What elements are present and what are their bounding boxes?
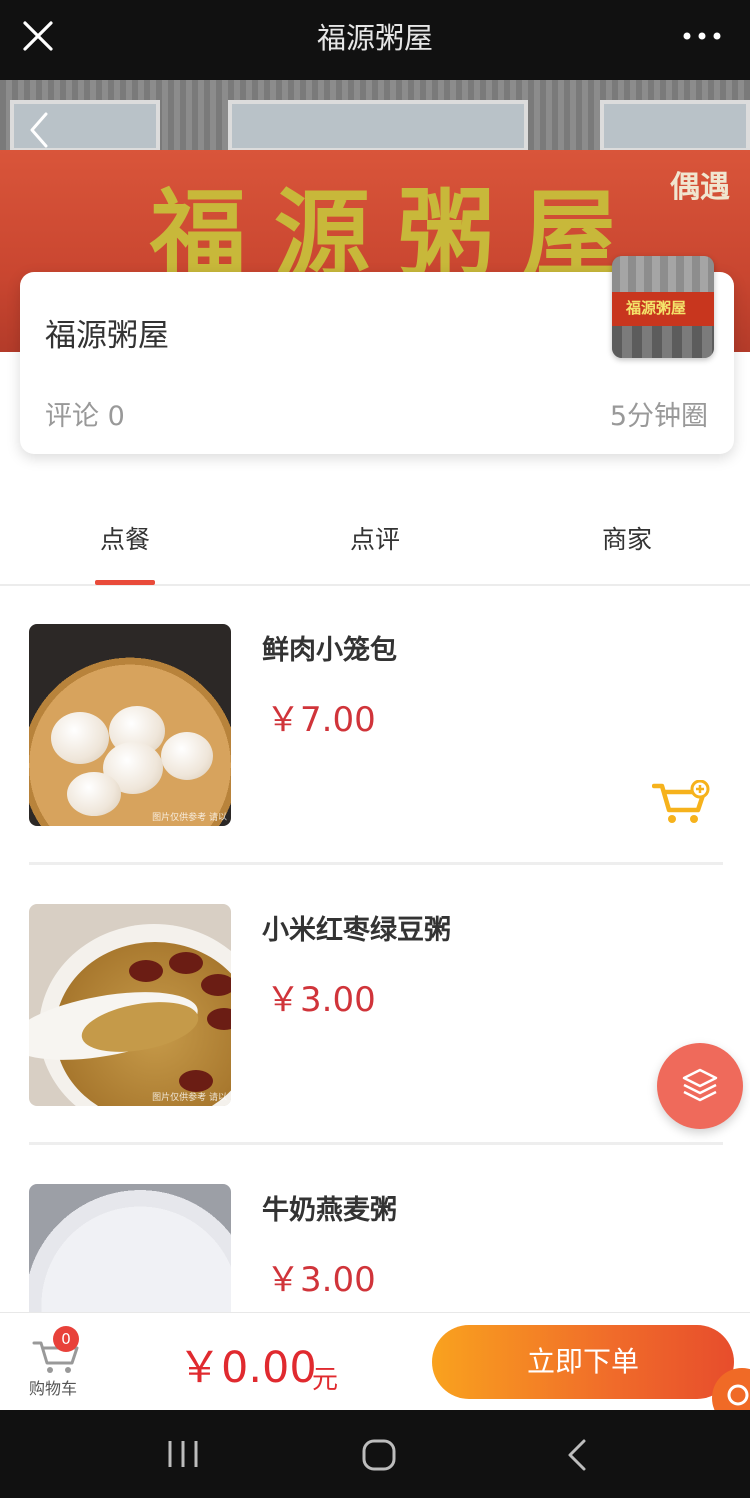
- dumpling: [51, 712, 109, 764]
- banner-sign-side-text: 偶遇: [670, 170, 730, 205]
- back-icon[interactable]: [562, 1438, 590, 1472]
- dish-price: ￥3.00: [266, 1260, 376, 1300]
- food-photo: 图片仅供参考 请以: [29, 624, 231, 826]
- total-price: ￥0.00: [178, 1343, 317, 1393]
- dish-price: ￥3.00: [266, 980, 376, 1020]
- thumb-street: [612, 326, 714, 358]
- red-date: [169, 952, 203, 974]
- banner-window: [228, 100, 528, 152]
- thumb-sign-text: 福源粥屋: [626, 299, 687, 317]
- shop-info-card: 福源粥屋 评论 0 5分钟圈 福源粥屋: [20, 256, 734, 454]
- food-photo: 图片仅供参考 请以: [29, 904, 231, 1106]
- tab-reviews[interactable]: 点评: [250, 522, 500, 558]
- food-photo: [29, 1184, 231, 1312]
- dish-name: 小米红枣绿豆粥: [262, 915, 451, 946]
- system-navigation-bar: [0, 1410, 750, 1498]
- tab-merchant[interactable]: 商家: [502, 522, 750, 558]
- item-divider: [29, 1142, 723, 1145]
- tab-bar: 点餐 点评 商家: [0, 500, 750, 586]
- shop-name: 福源粥屋: [45, 318, 169, 354]
- dumpling: [161, 732, 213, 780]
- tab-order[interactable]: 点餐: [0, 522, 250, 558]
- layers-icon: [682, 1068, 718, 1102]
- menu-item[interactable]: 图片仅供参考 请以 鲜肉小笼包 ￥7.00: [0, 624, 750, 904]
- floating-menu-button[interactable]: [657, 1043, 743, 1129]
- red-date: [179, 1070, 213, 1092]
- total-unit: 元: [312, 1365, 339, 1395]
- delivery-circle: 5分钟圈: [609, 401, 708, 432]
- back-arrow-icon[interactable]: [26, 110, 56, 150]
- dish-price: ￥7.00: [266, 700, 376, 740]
- shop-thumbnail[interactable]: 福源粥屋: [612, 256, 714, 358]
- more-icon[interactable]: [682, 30, 722, 42]
- photo-watermark: 图片仅供参考 请以: [152, 1093, 227, 1103]
- recent-apps-icon[interactable]: [166, 1438, 200, 1470]
- order-bar: 0 购物车 ￥0.00 元 立即下单: [0, 1312, 750, 1410]
- photo-watermark: 图片仅供参考 请以: [152, 813, 227, 823]
- menu-item[interactable]: 牛奶燕麦粥 ￥3.00: [0, 1184, 750, 1312]
- page-title: 福源粥屋: [316, 21, 433, 55]
- banner-window: [600, 100, 750, 152]
- home-icon[interactable]: [361, 1438, 397, 1472]
- place-order-button[interactable]: 立即下单: [432, 1325, 734, 1399]
- dish-name: 鲜肉小笼包: [262, 635, 397, 666]
- cart-label: 购物车: [29, 1379, 78, 1398]
- active-tab-indicator: [95, 580, 155, 585]
- red-date: [129, 960, 163, 982]
- add-to-cart-icon[interactable]: [652, 780, 712, 826]
- dish-name: 牛奶燕麦粥: [262, 1195, 397, 1226]
- top-bar: 福源粥屋: [0, 0, 750, 80]
- dumpling: [67, 772, 121, 816]
- comment-count[interactable]: 评论 0: [45, 394, 125, 433]
- cart-count-badge: 0: [53, 1326, 79, 1352]
- item-divider: [29, 862, 723, 865]
- red-date: [201, 974, 231, 996]
- thumb-building: [612, 256, 714, 292]
- menu-item[interactable]: 图片仅供参考 请以 小米红枣绿豆粥 ￥3.00: [0, 904, 750, 1184]
